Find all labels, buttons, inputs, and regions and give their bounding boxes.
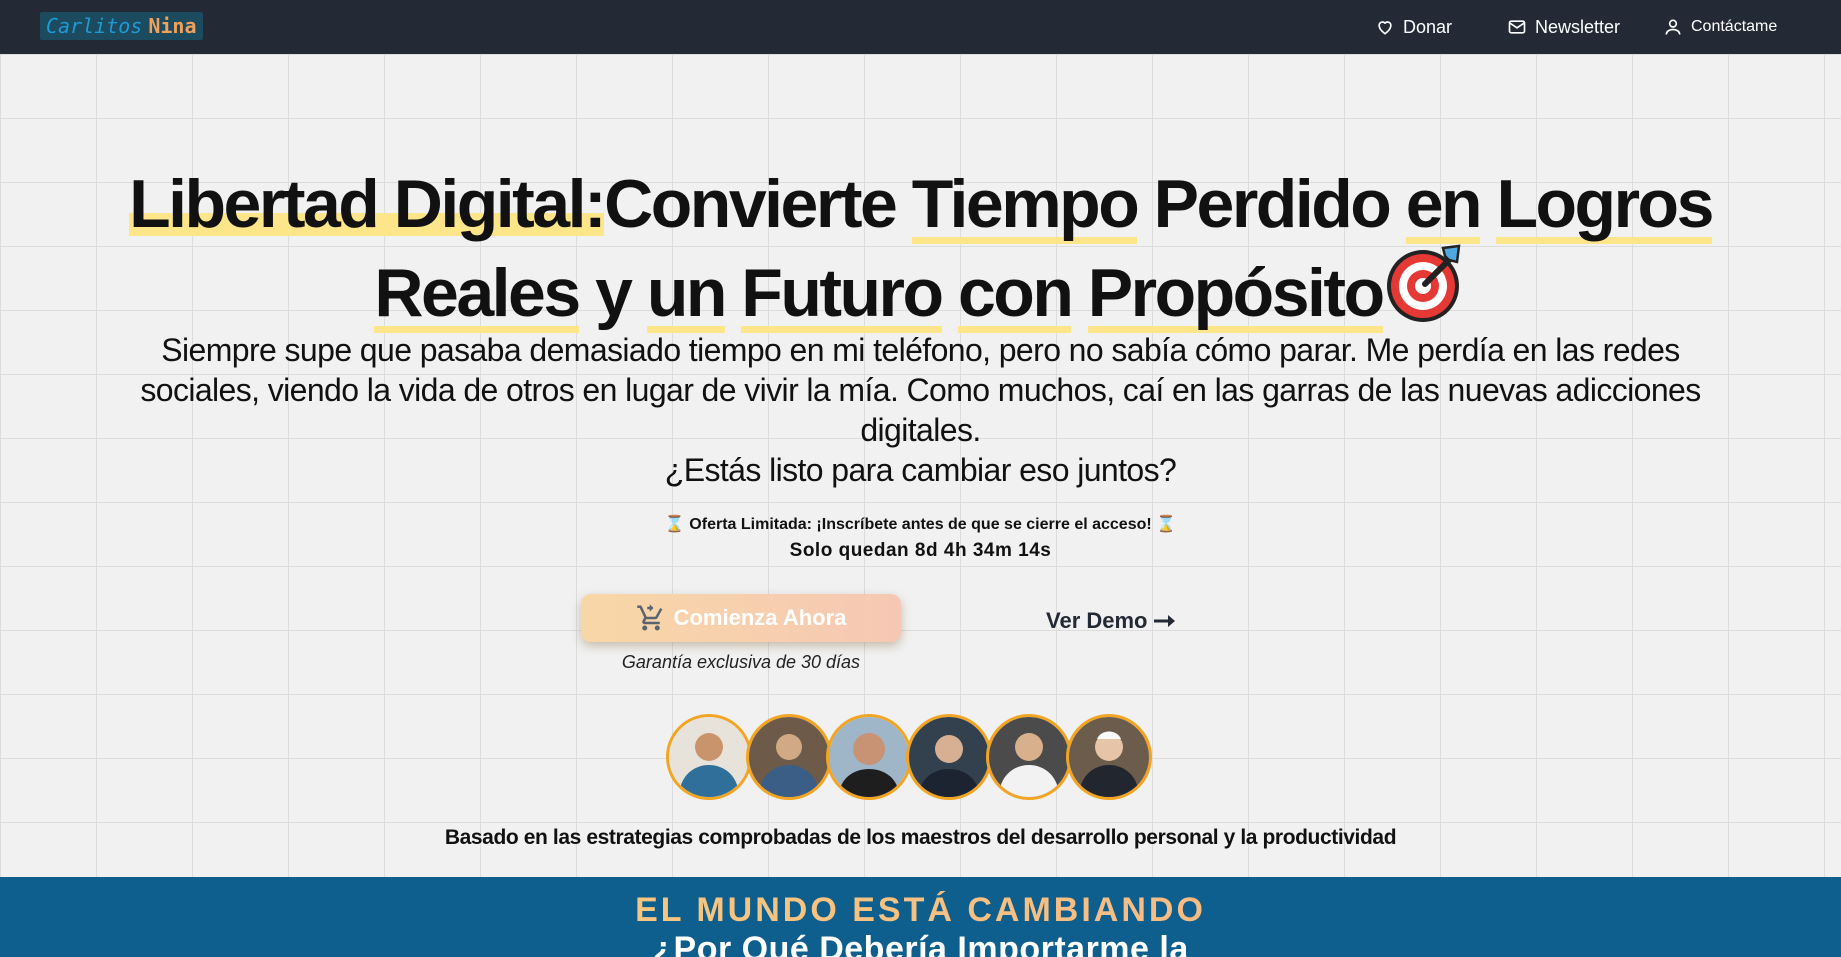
avatar bbox=[1066, 714, 1152, 800]
avatar bbox=[666, 714, 752, 800]
hero-title-line-1: Libertad Digital:Convierte Tiempo Perdid… bbox=[0, 166, 1841, 244]
avatar bbox=[906, 714, 992, 800]
guarantee-text: Garantía exclusiva de 30 días bbox=[621, 652, 861, 672]
avatar bbox=[826, 714, 912, 800]
hourglass-icon: ⌛ bbox=[664, 516, 685, 533]
hero-title: Libertad Digital:Convierte Tiempo Perdid… bbox=[0, 166, 1841, 333]
hero-description: Siempre supe que pasaba demasiado tiempo… bbox=[100, 330, 1741, 490]
title-word: en bbox=[1405, 166, 1483, 244]
logo-text-second: Nina bbox=[148, 14, 197, 38]
hero-question: ¿Estás listo para cambiar eso juntos? bbox=[664, 452, 1177, 488]
view-demo-link[interactable]: Ver Demo bbox=[1046, 608, 1176, 634]
title-word: con bbox=[957, 255, 1074, 333]
world-changing-section: EL MUNDO ESTÁ CAMBIANDO ¿Por Qué Debería… bbox=[0, 877, 1841, 957]
avatar bbox=[746, 714, 832, 800]
brand-logo[interactable]: Carlitos Nina bbox=[40, 12, 203, 40]
title-word: Propósito bbox=[1087, 255, 1385, 333]
start-now-label: Comienza Ahora bbox=[673, 605, 847, 630]
target-icon bbox=[1386, 244, 1461, 322]
title-word: Convierte bbox=[604, 166, 898, 242]
title-word: y bbox=[595, 255, 633, 331]
section-kicker: EL MUNDO ESTÁ CAMBIANDO bbox=[0, 891, 1841, 929]
title-word: Tiempo bbox=[911, 166, 1140, 244]
nav-donate-label: Donar bbox=[1403, 16, 1453, 37]
title-word: un bbox=[646, 255, 727, 333]
based-on-text: Basado en las estrategias comprobadas de… bbox=[444, 826, 1397, 849]
offer-text: Oferta Limitada: ¡Inscríbete antes de qu… bbox=[689, 516, 1152, 533]
view-demo-label: Ver Demo bbox=[1046, 608, 1148, 633]
section-title: ¿Por Qué Debería Importarme la bbox=[652, 930, 1189, 957]
avatar bbox=[986, 714, 1072, 800]
mail-icon bbox=[1508, 20, 1526, 34]
limited-offer: ⌛ Oferta Limitada: ¡Inscríbete antes de … bbox=[0, 514, 1841, 534]
title-word: Reales bbox=[374, 255, 581, 333]
top-navbar: Carlitos Nina Donar Newsletter Contáctam… bbox=[0, 0, 1841, 54]
user-icon bbox=[1665, 19, 1681, 35]
title-word: Futuro bbox=[741, 255, 944, 333]
countdown-timer: Solo quedan 8d 4h 34m 14s bbox=[789, 540, 1052, 561]
arrow-right-icon bbox=[1153, 615, 1175, 627]
hero-subtitle: Siempre supe que pasaba demasiado tiempo… bbox=[140, 332, 1701, 448]
title-word: Logros bbox=[1496, 166, 1714, 244]
nav-contact-label: Contáctame bbox=[1691, 18, 1778, 35]
cart-icon bbox=[636, 604, 662, 631]
nav-contact-link[interactable]: Contáctame bbox=[1663, 0, 1777, 54]
title-highlight: Libertad Digital: bbox=[129, 166, 607, 242]
heart-icon bbox=[1378, 21, 1392, 35]
mentor-avatars bbox=[666, 714, 1152, 800]
nav-donate-link[interactable]: Donar bbox=[1375, 0, 1452, 54]
logo-text-first: Carlitos bbox=[46, 14, 143, 38]
title-word: Perdido bbox=[1153, 166, 1392, 242]
hourglass-icon: ⌛ bbox=[1156, 516, 1177, 533]
start-now-button[interactable]: Comienza Ahora bbox=[581, 594, 901, 642]
nav-newsletter-link[interactable]: Newsletter bbox=[1507, 0, 1620, 54]
hero-title-line-2: Reales y un Futuro con Propósito bbox=[0, 240, 1841, 333]
nav-newsletter-label: Newsletter bbox=[1535, 16, 1621, 37]
